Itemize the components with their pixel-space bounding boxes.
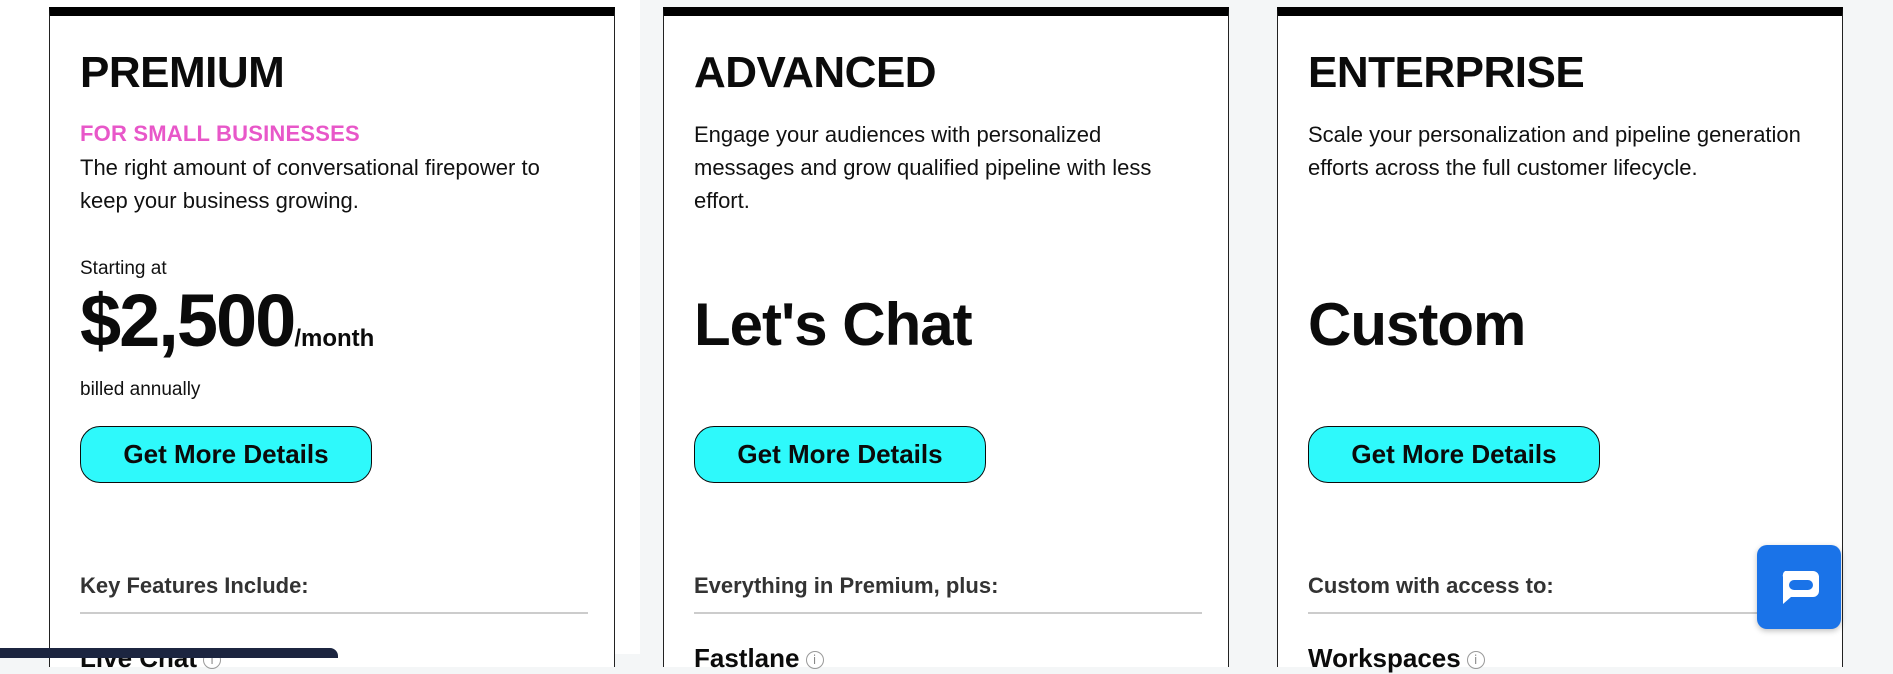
price-unit: /month: [294, 325, 375, 352]
plan-title: ENTERPRISE: [1308, 48, 1585, 97]
plan-description: Engage your audiences with personalized …: [694, 122, 1152, 213]
starting-at-label: Starting at: [80, 258, 167, 279]
divider: [694, 612, 1202, 614]
get-more-details-button[interactable]: Get More Details: [1308, 426, 1600, 483]
features-heading: Everything in Premium, plus:: [694, 573, 999, 598]
divider: [1308, 612, 1816, 614]
price-amount: $2,500: [80, 279, 296, 362]
plan-description: The right amount of conversational firep…: [80, 155, 540, 213]
price-text: Let's Chat: [694, 291, 973, 358]
plan-card-premium: PREMIUM FOR SMALL BUSINESSES The right a…: [49, 7, 615, 673]
features-heading: Custom with access to:: [1308, 573, 1554, 598]
feature-label: Workspaces: [1308, 643, 1461, 673]
features-heading: Key Features Include:: [80, 573, 309, 598]
plan-card-advanced: ADVANCED Engage your audiences with pers…: [663, 7, 1229, 673]
chat-bubble-icon: [1782, 571, 1819, 604]
plan-tag: FOR SMALL BUSINESSES: [80, 121, 360, 146]
get-more-details-button[interactable]: Get More Details: [80, 426, 372, 483]
plan-title: ADVANCED: [694, 48, 937, 97]
plan-title: PREMIUM: [80, 48, 285, 97]
feature-label: Fastlane: [694, 643, 800, 673]
plan-description: Scale your personalization and pipeline …: [1308, 122, 1801, 180]
divider: [80, 612, 588, 614]
get-more-details-button[interactable]: Get More Details: [694, 426, 986, 483]
feature-item: Fastlane i: [694, 643, 824, 674]
billing-note: billed annually: [80, 379, 201, 400]
price: $2,500/month: [80, 278, 374, 363]
bottom-banner-edge: [0, 648, 338, 658]
feature-item: Workspaces i: [1308, 643, 1485, 674]
chat-launcher-button[interactable]: [1757, 545, 1841, 629]
price-text: Custom: [1308, 291, 1526, 358]
